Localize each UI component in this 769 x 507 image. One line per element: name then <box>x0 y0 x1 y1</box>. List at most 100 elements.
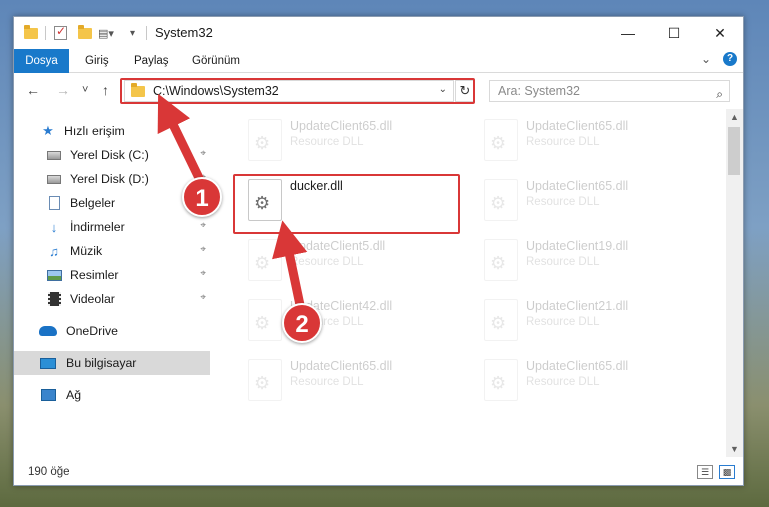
file-highlight-box <box>233 174 460 234</box>
step-badge-2: 2 <box>282 303 322 343</box>
folder-icon <box>24 24 38 41</box>
file-type: Resource DLL <box>290 376 364 388</box>
cloud-icon <box>39 326 57 336</box>
vertical-scrollbar[interactable]: ▲ ▼ <box>726 109 743 457</box>
item-count: 190 öğe <box>28 466 70 478</box>
help-icon[interactable]: ? <box>723 52 737 66</box>
properties-icon[interactable] <box>54 24 67 41</box>
sidebar-item-label: Müzik <box>70 244 103 258</box>
search-icon: ⌕ <box>716 87 723 101</box>
scroll-down-arrow-icon[interactable]: ▼ <box>726 441 743 457</box>
sidebar-item-music[interactable]: ♫ Müzik ⌖ <box>14 239 210 263</box>
search-placeholder: Ara: System32 <box>498 84 580 98</box>
minimize-button[interactable]: — <box>605 17 651 49</box>
file-name: UpdateClient5.dll <box>290 239 386 253</box>
tab-file[interactable]: Dosya <box>14 49 69 73</box>
sidebar-item-this-pc[interactable]: Bu bilgisayar <box>14 351 210 375</box>
document-icon <box>48 196 60 210</box>
sidebar-item-label: İndirmeler <box>70 220 125 234</box>
up-button[interactable]: ↑ <box>102 82 109 98</box>
file-type: Resource DLL <box>290 256 364 268</box>
file-name: UpdateClient65.dll <box>526 359 629 373</box>
sidebar-item-label: Belgeler <box>70 196 116 210</box>
sidebar-item-documents[interactable]: Belgeler ⌖ <box>14 191 210 215</box>
dll-file-icon: ⚙ <box>248 239 282 281</box>
forward-button[interactable]: → <box>56 82 70 98</box>
sidebar-item-local-disk-c[interactable]: Yerel Disk (C:) ⌖ <box>14 143 210 167</box>
pin-icon[interactable]: ⌖ <box>200 148 206 159</box>
search-input[interactable]: Ara: System32 ⌕ <box>489 80 730 102</box>
file-item[interactable]: ⚙ UpdateClient5.dll Resource DLL <box>238 234 468 288</box>
dll-file-icon: ⚙ <box>248 119 282 161</box>
back-button[interactable]: ← <box>26 82 40 98</box>
ribbon-tabs: Dosya Giriş Paylaş Görünüm ⌄ ? <box>14 49 743 73</box>
details-view-icon[interactable]: ☰ <box>697 465 713 479</box>
file-item[interactable]: ⚙ UpdateClient21.dll Resource DLL <box>474 294 704 348</box>
sidebar-item-local-disk-d[interactable]: Yerel Disk (D:) ⌖ <box>14 167 210 191</box>
file-item[interactable]: ⚙ UpdateClient65.dll Resource DLL <box>238 354 468 408</box>
video-icon <box>47 292 61 306</box>
file-item[interactable]: ⚙ UpdateClient65.dll Resource DLL <box>474 354 704 408</box>
download-icon: ↓ <box>50 219 58 235</box>
sidebar-item-onedrive[interactable]: OneDrive <box>14 319 210 343</box>
file-name: UpdateClient19.dll <box>526 239 629 253</box>
scroll-thumb[interactable] <box>728 127 740 175</box>
dll-file-icon: ⚙ <box>484 179 518 221</box>
sidebar-item-label: OneDrive <box>66 324 118 338</box>
file-type: Resource DLL <box>526 256 600 268</box>
pin-icon[interactable]: ⌖ <box>200 268 206 279</box>
close-button[interactable]: ✕ <box>697 17 743 49</box>
large-icons-view-icon[interactable]: ▩ <box>719 465 735 479</box>
sidebar-item-label: Yerel Disk (D:) <box>70 172 149 186</box>
file-type: Resource DLL <box>526 136 600 148</box>
sidebar-item-downloads[interactable]: ↓ İndirmeler ⌖ <box>14 215 210 239</box>
dll-file-icon: ⚙ <box>484 359 518 401</box>
file-list: ⚙ UpdateClient65.dll Resource DLL ⚙ Upda… <box>210 108 725 457</box>
sidebar-item-network[interactable]: Ağ <box>14 383 210 407</box>
tab-home[interactable]: Giriş <box>77 49 117 73</box>
music-icon: ♫ <box>49 243 59 259</box>
new-folder-icon[interactable] <box>78 24 92 41</box>
maximize-button[interactable]: ☐ <box>651 17 697 49</box>
step-badge-1: 1 <box>182 177 222 217</box>
file-item[interactable]: ⚙ UpdateClient19.dll Resource DLL <box>474 234 704 288</box>
window-title: System32 <box>155 25 213 40</box>
file-item[interactable]: ⚙ UpdateClient65.dll Resource DLL <box>238 114 468 168</box>
star-icon: ★ <box>42 123 54 138</box>
quick-access-dropdown-icon[interactable]: ▾ <box>130 25 135 41</box>
status-bar: 190 öğe ☰ ▩ <box>14 461 743 485</box>
sidebar-item-label: Hızlı erişim <box>64 124 125 138</box>
file-item[interactable]: ⚙ UpdateClient65.dll Resource DLL <box>474 174 704 228</box>
file-type: Resource DLL <box>526 376 600 388</box>
sidebar-item-quick-access[interactable]: ★ Hızlı erişim <box>14 119 210 143</box>
file-item[interactable]: ⚙ UpdateClient42.dll Resource DLL <box>238 294 468 348</box>
tab-share[interactable]: Paylaş <box>126 49 177 73</box>
file-type: Resource DLL <box>526 316 600 328</box>
title-bar: ▤▾ ▾ System32 — ☐ ✕ <box>14 17 743 49</box>
sidebar-item-label: Bu bilgisayar <box>66 356 137 370</box>
file-type: Resource DLL <box>526 196 600 208</box>
dll-file-icon: ⚙ <box>484 119 518 161</box>
navigation-pane: ★ Hızlı erişim Yerel Disk (C:) ⌖ Yerel D… <box>14 115 210 457</box>
address-highlight-box <box>120 78 475 104</box>
sidebar-item-videos[interactable]: Videolar ⌖ <box>14 287 210 311</box>
pin-icon[interactable]: ⌖ <box>200 292 206 303</box>
sidebar-item-label: Yerel Disk (C:) <box>70 148 149 162</box>
ribbon-expand-icon[interactable]: ⌄ <box>701 52 711 66</box>
disk-icon <box>47 174 61 184</box>
separator <box>45 26 46 40</box>
separator <box>146 26 147 40</box>
scroll-up-arrow-icon[interactable]: ▲ <box>726 109 743 125</box>
recent-locations-button[interactable]: ˅ <box>82 84 88 96</box>
file-type: Resource DLL <box>290 136 364 148</box>
tab-view[interactable]: Görünüm <box>184 49 248 73</box>
pictures-icon <box>46 269 62 281</box>
pin-icon[interactable]: ⌖ <box>200 244 206 255</box>
file-name: UpdateClient65.dll <box>290 359 393 373</box>
pin-icon[interactable]: ⌖ <box>200 220 206 231</box>
file-item[interactable]: ⚙ UpdateClient65.dll Resource DLL <box>474 114 704 168</box>
disk-icon <box>47 150 61 160</box>
dll-file-icon: ⚙ <box>484 299 518 341</box>
customize-toolbar-icon[interactable]: ▤▾ <box>98 25 114 41</box>
sidebar-item-pictures[interactable]: Resimler ⌖ <box>14 263 210 287</box>
